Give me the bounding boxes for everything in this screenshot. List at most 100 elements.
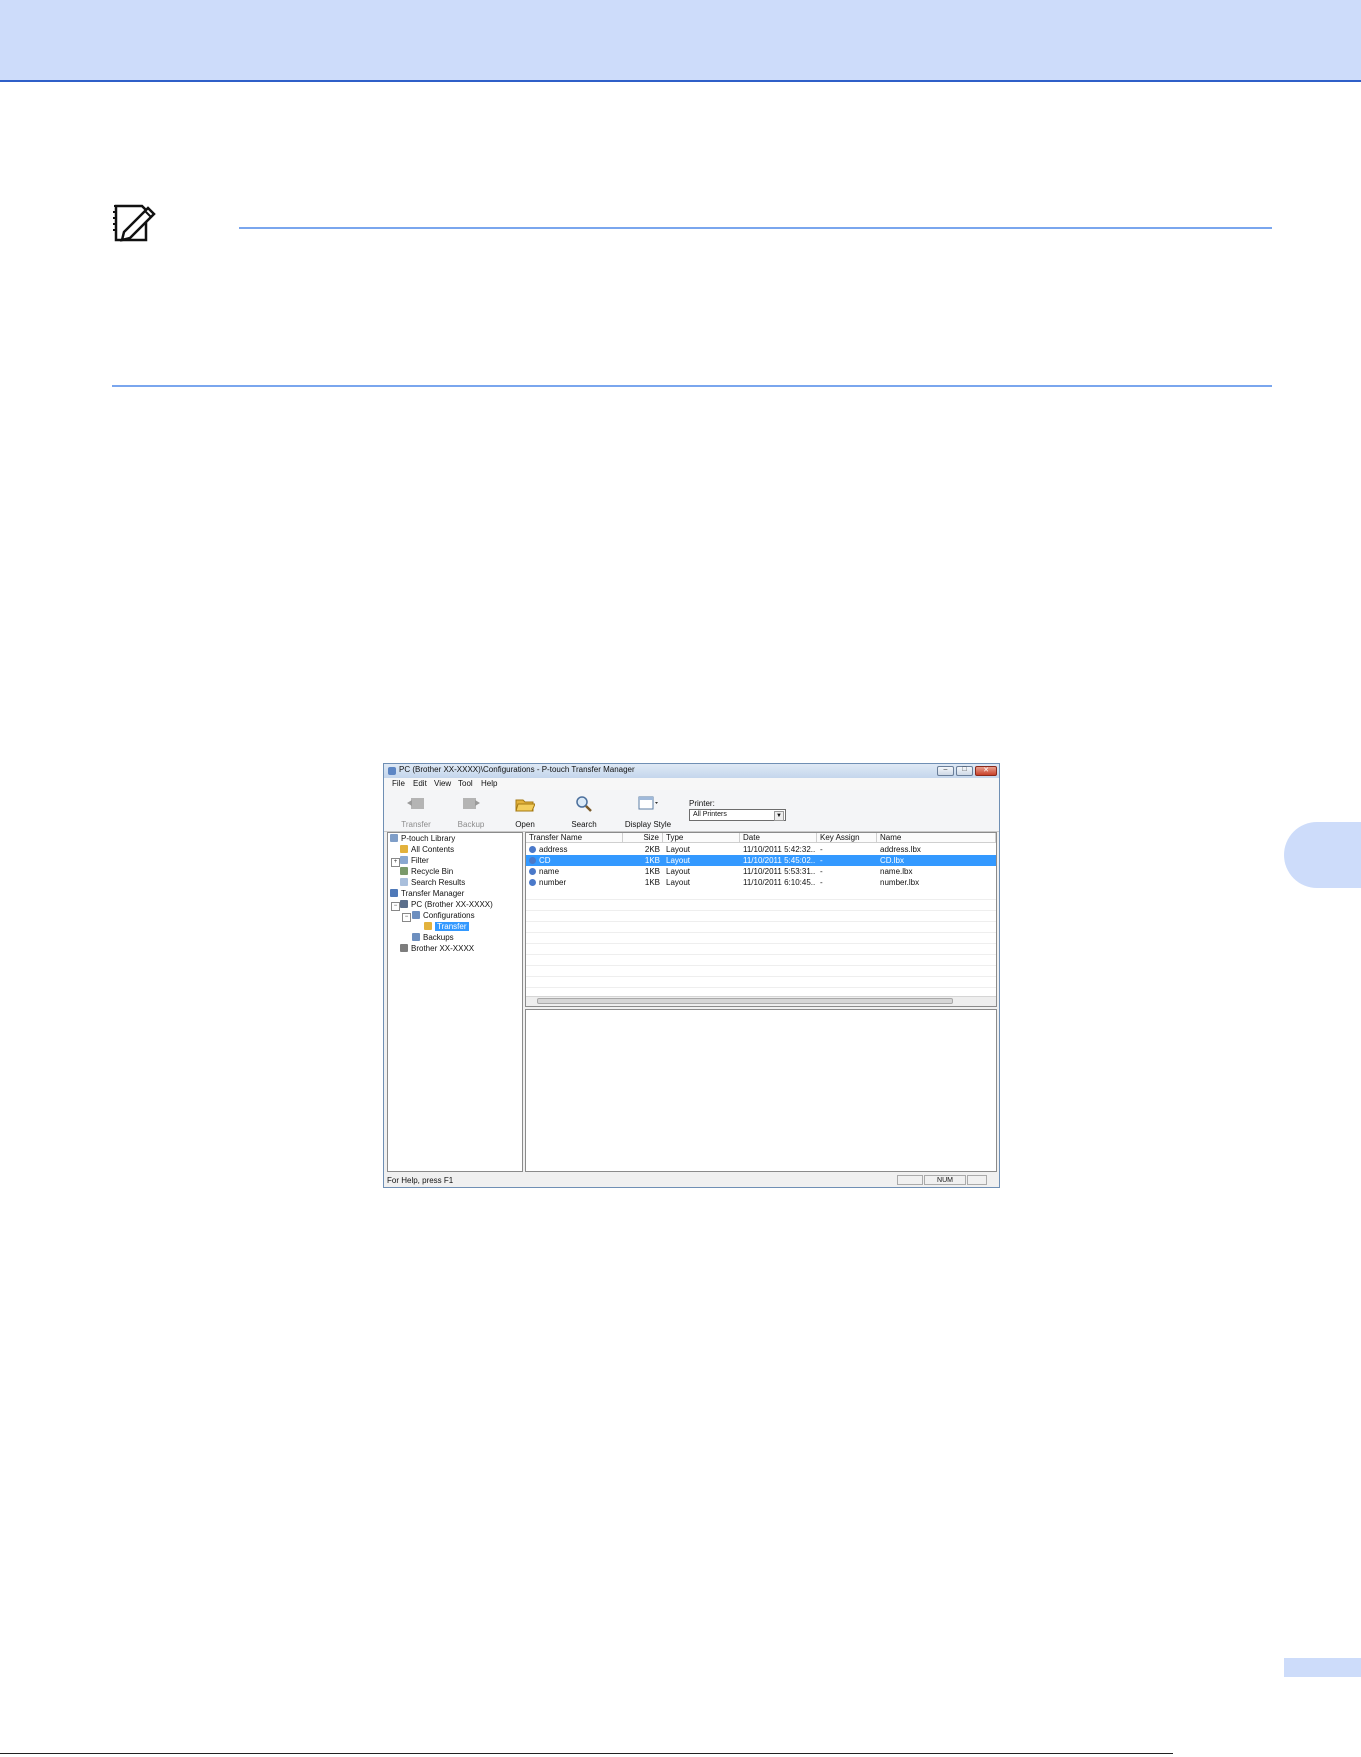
table-row[interactable]: address 2KB Layout 11/10/2011 5:42:32... - ad… [526,844,996,855]
cell-name: name.lbx [880,867,913,876]
cell-key-assign: - [820,878,823,887]
status-help-text: For Help, press F1 [387,1176,454,1185]
empty-row [526,976,996,988]
search-icon [400,878,408,886]
cell-type: Layout [666,856,691,865]
cell-size: 1KB [644,878,660,887]
scroll-thumb[interactable] [537,998,953,1004]
backup-icon [463,798,480,809]
transfer-manager-window: PC (Brother XX-XXXX)\Configurations - P-… [383,763,1000,1188]
transfer-label: Transfer [401,820,431,829]
menu-file[interactable]: File [392,779,405,788]
chevron-down-icon[interactable]: ▼ [774,811,784,821]
maximize-button[interactable]: □ [956,766,973,776]
status-bar: For Help, press F1 NUM [384,1173,999,1187]
note-bottom-rule [112,385,1272,387]
menu-help[interactable]: Help [481,779,497,788]
app-icon [388,767,396,775]
status-pane-scrl [967,1175,987,1185]
display-style-label: Display Style [624,820,672,829]
printer-label: Printer: [689,799,715,808]
column-type[interactable]: Type [663,833,740,843]
page-number-tab [1284,1658,1361,1677]
cell-name: number.lbx [880,878,920,887]
backup-label: Backup [457,820,485,829]
configurations-icon [412,911,420,919]
cell-date: 11/10/2011 5:45:02... [743,856,815,865]
cell-name: address.lbx [880,845,921,854]
preview-pane [525,1009,997,1172]
table-row[interactable]: name 1KB Layout 11/10/2011 5:53:31... - name.… [526,866,996,877]
tree-item-transfer-manager[interactable]: Transfer Manager [390,889,464,900]
expand-filter-button[interactable]: + [391,858,400,867]
cell-type: Layout [666,878,691,887]
column-name[interactable]: Name [877,833,996,843]
search-label: Search [571,820,597,829]
status-pane-empty [897,1175,923,1185]
layout-file-icon [529,857,536,864]
display-style-button[interactable]: Display Style [620,792,676,830]
folder-icon [400,845,408,853]
menu-tool[interactable]: Tool [458,779,473,788]
horizontal-scrollbar[interactable] [526,996,996,1006]
cell-type: Layout [666,845,691,854]
collapse-configurations-button[interactable]: − [402,913,411,922]
layout-file-icon [529,846,536,853]
cell-date: 11/10/2011 5:42:32... [743,845,815,854]
close-button[interactable]: ✕ [975,766,997,776]
tree-item-pc[interactable]: PC (Brother XX-XXXX) [400,900,493,911]
backup-button[interactable]: Backup [443,792,499,830]
cell-transfer-name: name [539,867,560,876]
column-key-assign[interactable]: Key Assign [817,833,877,843]
note-top-rule [239,227,1272,229]
backups-icon [412,933,420,941]
cell-transfer-name: CD [539,856,551,865]
search-button[interactable]: Search [556,792,612,830]
tree-item-filter[interactable]: Filter [400,856,429,867]
column-date[interactable]: Date [740,833,817,843]
printer-value: All Printers [693,811,727,818]
cell-key-assign: - [820,845,823,854]
cell-type: Layout [666,867,691,876]
cell-size: 1KB [644,856,660,865]
cell-date: 11/10/2011 6:10:45... [743,878,815,887]
cell-key-assign: - [820,867,823,876]
tree-item-search-results[interactable]: Search Results [400,878,465,889]
transfer-icon [407,798,424,809]
folder-tree: P-touch Library All Contents + Filter Re… [387,832,523,1172]
table-row[interactable]: number 1KB Layout 11/10/2011 6:10:45... - num… [526,877,996,888]
menu-view[interactable]: View [434,779,451,788]
tree-item-all-contents[interactable]: All Contents [400,845,454,856]
layout-file-icon [529,868,536,875]
display-style-icon [638,796,658,810]
cell-transfer-name: address [539,845,568,854]
title-bar: PC (Brother XX-XXXX)\Configurations - P-… [384,764,999,778]
menu-edit[interactable]: Edit [413,779,427,788]
cell-date: 11/10/2011 5:53:31... [743,867,815,876]
footer-rule [0,1753,1173,1754]
transfer-list: Transfer Name Size Type Date Key Assign … [525,832,997,1007]
printer-icon [400,944,408,952]
chapter-tab [1284,822,1361,888]
tree-item-brother-printer[interactable]: Brother XX-XXXX [400,944,474,955]
cell-name: CD.lbx [880,856,905,865]
transfer-icon [390,889,398,897]
tree-item-backups[interactable]: Backups [412,933,454,944]
collapse-pc-button[interactable]: − [391,902,400,911]
open-button[interactable]: Open [497,792,553,830]
tree-item-transfer[interactable]: Transfer [424,922,469,933]
recycle-bin-icon [400,867,408,875]
toolbar: Transfer Backup Open Search Display Styl… [384,790,999,832]
column-size[interactable]: Size [623,833,663,843]
header-band [0,0,1361,82]
tree-item-configurations[interactable]: Configurations [412,911,475,922]
transfer-button[interactable]: Transfer [388,792,444,830]
tree-item-ptouch-library[interactable]: P-touch Library [390,834,455,845]
tree-item-recycle-bin[interactable]: Recycle Bin [400,867,453,878]
menu-bar: File Edit View Tool Help [384,778,999,790]
minimize-button[interactable]: – [937,766,954,776]
table-row[interactable]: CD 1KB Layout 11/10/2011 5:45:02... - CD.lbx [526,855,996,866]
printer-dropdown[interactable]: All Printers ▼ [689,809,786,821]
magnifier-icon [576,796,592,812]
column-transfer-name[interactable]: Transfer Name [526,833,623,843]
